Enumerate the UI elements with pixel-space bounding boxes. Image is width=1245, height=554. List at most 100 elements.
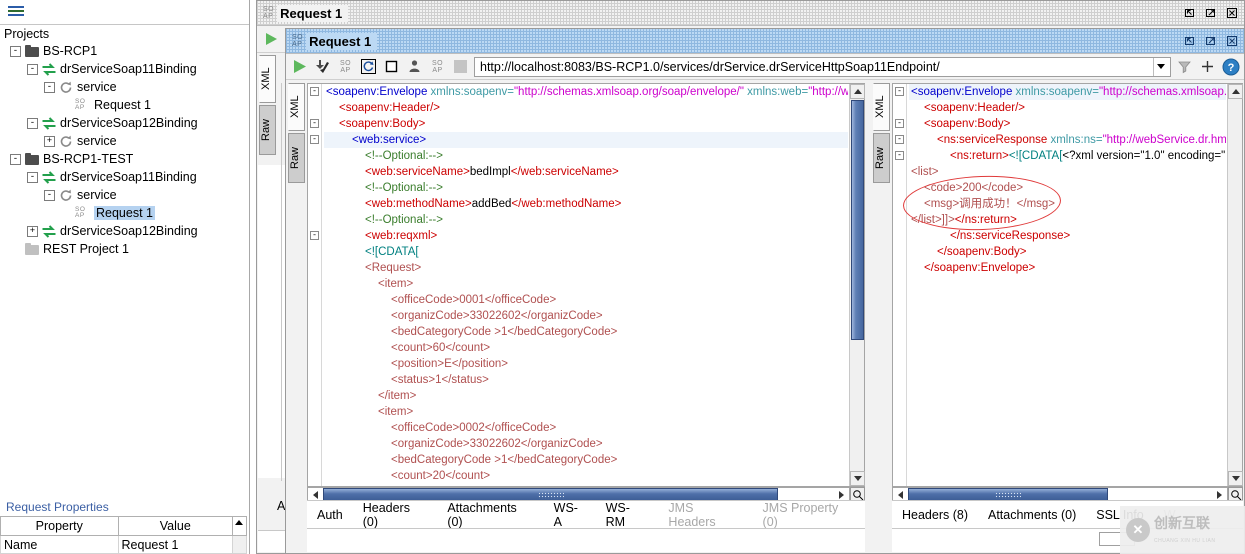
code-line: <web:methodName>addBed</web:methodName>: [324, 196, 848, 212]
request-tab-xml[interactable]: XML: [288, 83, 305, 131]
endpoint-field[interactable]: http://localhost:8083/BS-RCP1.0/services…: [474, 57, 1171, 77]
menu-icon[interactable]: [8, 6, 26, 18]
fold-toggle[interactable]: -: [895, 135, 904, 144]
request-xml-code[interactable]: <soapenv:Envelope xmlns:soapenv="http://…: [324, 84, 848, 484]
code-line: <code>200</code>: [909, 180, 1226, 196]
soap-ui-icon[interactable]: SOAP: [336, 57, 355, 76]
scroll-up-button[interactable]: [850, 84, 865, 99]
fold-toggle[interactable]: -: [310, 87, 319, 96]
tree-item-bs-rcp1-test[interactable]: - BS-RCP1-TEST: [2, 150, 249, 168]
response-tab-raw[interactable]: Raw: [873, 133, 890, 183]
run-all-icon[interactable]: [313, 57, 332, 76]
soap-attach-icon[interactable]: SOAP: [428, 57, 447, 76]
code-token: <officeCode>0001</officeCode>: [391, 294, 556, 306]
request-properties-table[interactable]: Property Value Name Request 1: [0, 516, 247, 554]
endpoint-dropdown[interactable]: [1153, 58, 1168, 76]
tree-item-rest-project-1[interactable]: REST Project 1: [2, 240, 249, 258]
tree-item-drservicesoap11binding[interactable]: -drServiceSoap11Binding: [2, 168, 249, 186]
scroll-down-button[interactable]: [1228, 471, 1243, 486]
code-token: <web:reqxml>: [365, 230, 437, 242]
tab-attachments-0-[interactable]: Attachments (0): [978, 502, 1086, 528]
request-xml-editor[interactable]: - - - - <soapenv:Envelope xmlns:soapenv="ht…: [307, 83, 865, 487]
request-toolbar: SOAP SOAP http://localhost:8083/BS-RCP1.…: [286, 54, 1244, 80]
editor-splitter[interactable]: [866, 83, 871, 552]
properties-scroll-up[interactable]: [233, 517, 247, 536]
request-bottom-tabs[interactable]: AuthHeaders (0)Attachments (0)WS-AWS-RMJ…: [307, 500, 865, 528]
code-token: <position>E</position>: [391, 358, 508, 370]
code-token: <officeCode>0002</officeCode>: [391, 422, 556, 434]
tab-auth[interactable]: Auth: [307, 502, 353, 528]
close-button[interactable]: [1223, 5, 1241, 22]
auth-icon[interactable]: [405, 57, 424, 76]
tree-expander[interactable]: -: [27, 118, 38, 129]
request-tab-raw[interactable]: Raw: [288, 133, 305, 183]
code-line: <web:service>: [324, 132, 848, 148]
response-fold-gutter[interactable]: - - - -: [893, 84, 907, 486]
tree-expander[interactable]: +: [27, 226, 38, 237]
fold-toggle[interactable]: -: [895, 119, 904, 128]
tree-expander[interactable]: -: [10, 154, 21, 165]
fold-toggle[interactable]: -: [310, 231, 319, 240]
tab-headers-8-[interactable]: Headers (8): [892, 502, 978, 528]
tree-expander[interactable]: -: [10, 46, 21, 57]
tab-jms-property-0-[interactable]: JMS Property (0): [753, 502, 865, 528]
fold-toggle[interactable]: -: [895, 151, 904, 160]
fold-toggle[interactable]: -: [310, 119, 319, 128]
filter-icon[interactable]: [1175, 57, 1194, 76]
response-tab-xml[interactable]: XML: [873, 83, 890, 131]
scroll-down-button[interactable]: [850, 471, 865, 486]
scroll-thumb[interactable]: [851, 100, 864, 340]
outer-editor-view-tabs[interactable]: XML Raw: [258, 55, 278, 165]
property-value-cell[interactable]: Request 1: [118, 536, 233, 554]
close-button[interactable]: [1223, 33, 1241, 50]
tree-expander[interactable]: -: [27, 172, 38, 183]
tree-expander[interactable]: +: [44, 136, 55, 147]
outer-tab-xml[interactable]: XML: [259, 55, 276, 103]
tree-expander[interactable]: -: [44, 190, 55, 201]
help-icon[interactable]: ?: [1221, 57, 1240, 76]
fold-toggle[interactable]: -: [310, 135, 319, 144]
request-fold-gutter[interactable]: - - - -: [308, 84, 322, 486]
inner-window-titlebar[interactable]: SOAP Request 1: [286, 29, 1244, 54]
response-vertical-scrollbar[interactable]: [1227, 84, 1242, 486]
tree-item-service[interactable]: -service: [2, 78, 249, 96]
tab-ws-rm[interactable]: WS-RM: [596, 502, 659, 528]
scroll-up-button[interactable]: [1228, 84, 1243, 99]
refresh-icon[interactable]: [359, 57, 378, 76]
table-row[interactable]: Name Request 1: [1, 536, 247, 554]
outer-tab-raw[interactable]: Raw: [259, 105, 276, 155]
run-icon[interactable]: [290, 57, 309, 76]
response-xml-editor[interactable]: - - - - <soapenv:Envelope xmlns:soapenv="ht…: [892, 83, 1243, 487]
tree-item-service[interactable]: +service: [2, 132, 249, 150]
restore-button[interactable]: [1181, 5, 1199, 22]
tree-item-service[interactable]: -service: [2, 186, 249, 204]
run-icon[interactable]: [261, 30, 280, 49]
response-xml-code[interactable]: <soapenv:Envelope xmlns:soapenv="http://…: [909, 84, 1226, 276]
add-icon[interactable]: [1198, 57, 1217, 76]
tree-item-request-1[interactable]: SOAPRequest 1: [2, 204, 249, 222]
tree-item-request-1[interactable]: SOAPRequest 1: [2, 96, 249, 114]
tree-item-drservicesoap12binding[interactable]: +drServiceSoap12Binding: [2, 222, 249, 240]
request-view-tabs[interactable]: XML Raw: [287, 83, 307, 193]
tree-item-bs-rcp1[interactable]: -BS-RCP1: [2, 42, 249, 60]
request-vertical-scrollbar[interactable]: [849, 84, 864, 486]
stop-icon[interactable]: [382, 57, 401, 76]
code-token: <code>200</code>: [924, 182, 1023, 194]
fold-toggle[interactable]: -: [895, 87, 904, 96]
response-view-tabs[interactable]: XML Raw: [872, 83, 892, 193]
tab-attachments-0-[interactable]: Attachments (0): [437, 502, 543, 528]
tree-expander[interactable]: -: [44, 82, 55, 93]
maximize-button[interactable]: [1202, 33, 1220, 50]
maximize-button[interactable]: [1202, 5, 1220, 22]
tree-item-label: BS-RCP1-TEST: [43, 152, 133, 166]
project-tree[interactable]: -BS-RCP1-drServiceSoap11Binding-serviceS…: [0, 42, 249, 258]
tab-jms-headers[interactable]: JMS Headers: [658, 502, 752, 528]
tab-headers-0-[interactable]: Headers (0): [353, 502, 438, 528]
tab-ws-a[interactable]: WS-A: [544, 502, 596, 528]
code-line: </soapenv:Body>: [909, 244, 1226, 260]
tree-item-drservicesoap11binding[interactable]: -drServiceSoap11Binding: [2, 60, 249, 78]
tree-expander[interactable]: -: [27, 64, 38, 75]
restore-button[interactable]: [1181, 33, 1199, 50]
tree-item-drservicesoap12binding[interactable]: -drServiceSoap12Binding: [2, 114, 249, 132]
outer-window-titlebar[interactable]: SOAP Request 1: [257, 1, 1244, 26]
